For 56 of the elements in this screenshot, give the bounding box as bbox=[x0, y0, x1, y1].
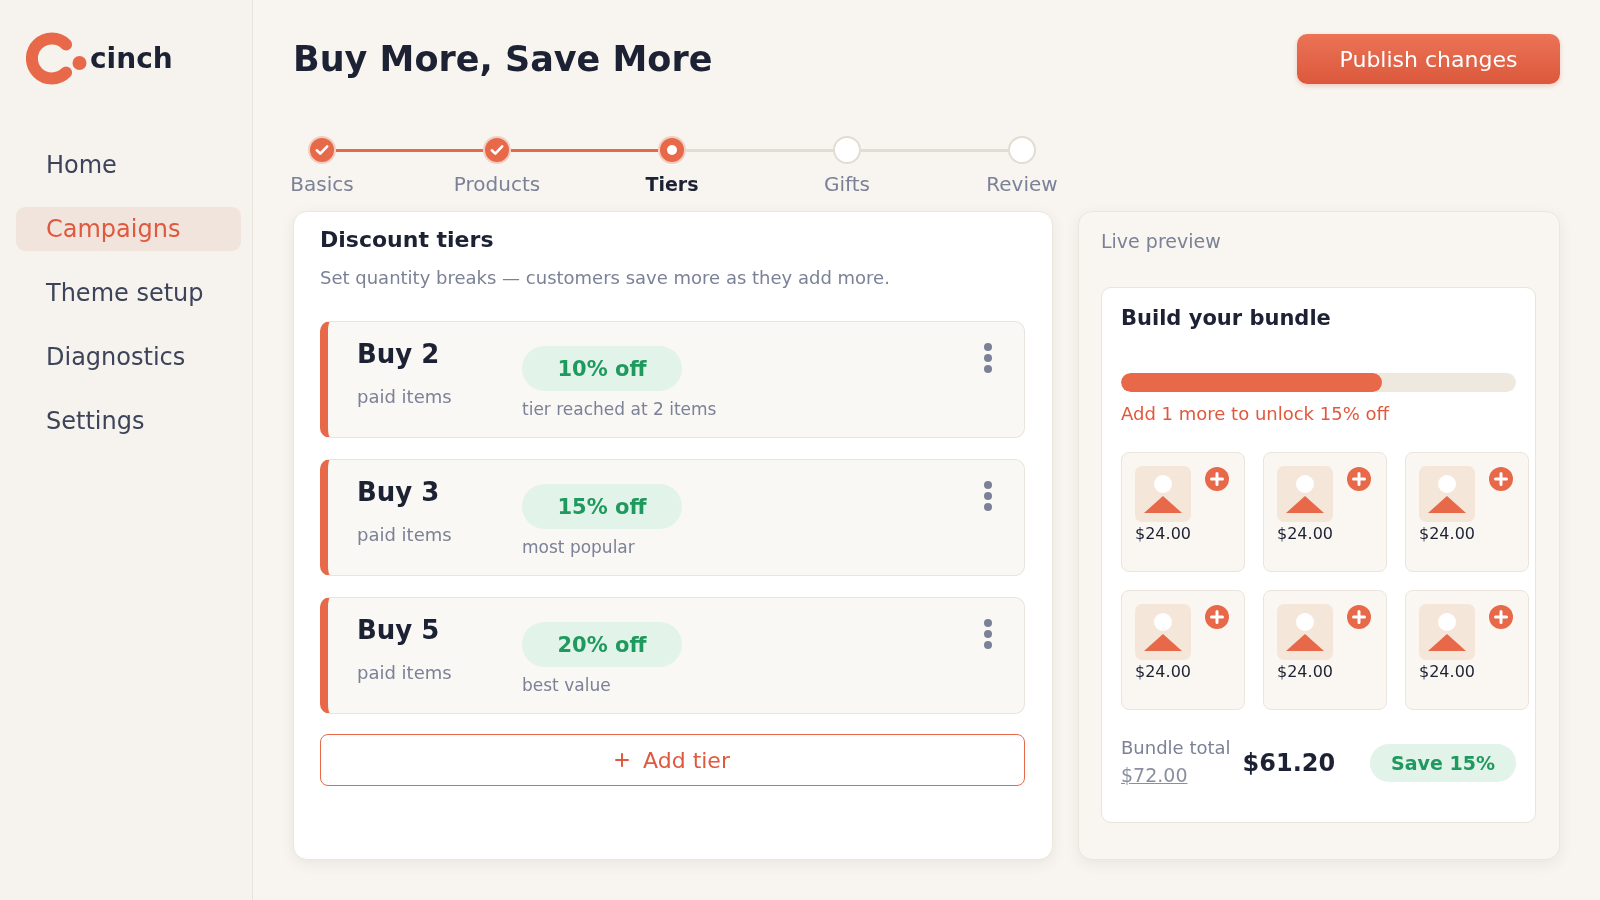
original-price: $72.00 bbox=[1121, 763, 1189, 788]
tier-quantity: Buy 2 bbox=[357, 338, 441, 370]
step-label: Gifts bbox=[824, 172, 870, 196]
plus-circle-icon[interactable] bbox=[1205, 605, 1229, 629]
tier-note: most popular bbox=[522, 536, 636, 558]
product-price: $24.00 bbox=[1277, 662, 1334, 682]
more-options-icon[interactable] bbox=[984, 343, 992, 373]
savings-badge: Save 15% bbox=[1370, 743, 1516, 782]
tier-quantity: Buy 5 bbox=[357, 614, 441, 646]
panel-title: Discount tiers bbox=[320, 226, 495, 254]
image-placeholder-icon bbox=[1135, 466, 1191, 522]
image-placeholder-icon bbox=[1419, 604, 1475, 660]
discount-badge: 15% off bbox=[522, 484, 682, 529]
product-price: $24.00 bbox=[1135, 662, 1192, 682]
plus-circle-icon[interactable] bbox=[1347, 605, 1371, 629]
image-placeholder-icon bbox=[1277, 466, 1333, 522]
plus-circle-icon[interactable] bbox=[1489, 605, 1513, 629]
nav-item[interactable]: Diagnostics bbox=[16, 335, 241, 379]
plus-circle-icon[interactable] bbox=[1489, 467, 1513, 491]
image-placeholder-icon bbox=[1277, 604, 1333, 660]
product-price: $24.00 bbox=[1419, 524, 1476, 544]
panel-title: Live preview bbox=[1101, 229, 1222, 253]
nav-item[interactable]: Home bbox=[16, 143, 241, 187]
product-price: $24.00 bbox=[1277, 524, 1334, 544]
bundle-total-label: Bundle total bbox=[1121, 737, 1231, 759]
step-label: Review bbox=[986, 172, 1058, 196]
bundle-total-price: $61.20 bbox=[1242, 747, 1336, 778]
bundle-title: Build your bundle bbox=[1121, 305, 1332, 332]
product-price: $24.00 bbox=[1419, 662, 1476, 682]
plus-icon bbox=[615, 753, 630, 767]
discount-badge: 20% off bbox=[522, 622, 682, 667]
step-label: Basics bbox=[290, 172, 354, 196]
image-placeholder-icon bbox=[1419, 466, 1475, 522]
logo-wordmark: cinch bbox=[90, 41, 173, 76]
image-placeholder-icon bbox=[1135, 604, 1191, 660]
product-price: $24.00 bbox=[1135, 524, 1192, 544]
logo-icon bbox=[26, 32, 87, 85]
tier-note: best value bbox=[522, 674, 612, 696]
discount-badge: 10% off bbox=[522, 346, 682, 391]
unlock-hint: Add 1 more to unlock 15% off bbox=[1121, 402, 1391, 426]
plus-circle-icon[interactable] bbox=[1347, 467, 1371, 491]
plus-circle-icon[interactable] bbox=[1205, 467, 1229, 491]
nav-item[interactable]: Settings bbox=[16, 399, 241, 443]
panel-subtitle: Set quantity breaks — customers save more as they add more. bbox=[320, 266, 891, 290]
tier-quantity: Buy 3 bbox=[357, 476, 441, 508]
page-title: Buy More, Save More bbox=[293, 38, 713, 81]
step-label: Products bbox=[453, 172, 541, 196]
tier-unit-label: paid items bbox=[357, 386, 453, 408]
tier-unit-label: paid items bbox=[357, 662, 453, 684]
nav-item[interactable]: Theme setup bbox=[16, 271, 241, 315]
more-options-icon[interactable] bbox=[984, 481, 992, 511]
step-label: Tiers bbox=[645, 172, 699, 196]
tier-unit-label: paid items bbox=[357, 524, 453, 546]
tier-note: tier reached at 2 items bbox=[522, 398, 717, 420]
add-tier-button[interactable]: Add tier bbox=[320, 734, 1025, 786]
more-options-icon[interactable] bbox=[984, 619, 992, 649]
